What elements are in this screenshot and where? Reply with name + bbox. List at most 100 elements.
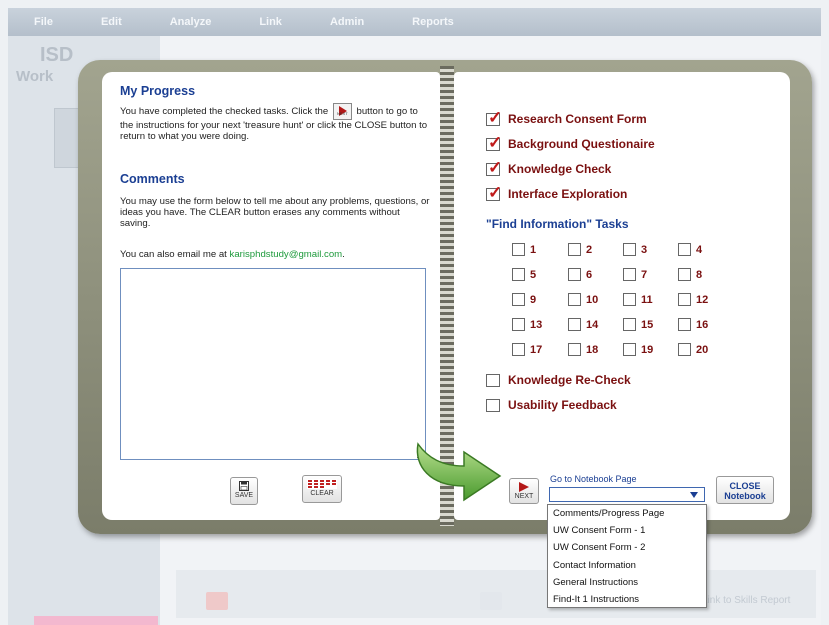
find-task-checkbox[interactable] bbox=[568, 268, 581, 281]
find-task-2[interactable]: 2 bbox=[568, 243, 592, 256]
find-task-label: 3 bbox=[641, 243, 648, 256]
find-task-15[interactable]: 15 bbox=[623, 318, 653, 331]
find-task-checkbox[interactable] bbox=[623, 343, 636, 356]
menu-reports[interactable]: Reports bbox=[386, 16, 476, 28]
menu-file[interactable]: File bbox=[8, 16, 75, 28]
menu-link[interactable]: Link bbox=[233, 16, 304, 28]
menu-admin[interactable]: Admin bbox=[304, 16, 386, 28]
find-task-3[interactable]: 3 bbox=[623, 243, 647, 256]
find-task-label: 18 bbox=[586, 343, 599, 356]
find-task-checkbox[interactable] bbox=[568, 318, 581, 331]
footer-pdf-icon[interactable] bbox=[206, 592, 228, 610]
close-notebook-button[interactable]: CLOSE Notebook bbox=[716, 476, 774, 504]
email-prefix: You can also email me at bbox=[120, 249, 227, 260]
find-task-14[interactable]: 14 bbox=[568, 318, 598, 331]
find-task-label: 6 bbox=[586, 268, 593, 281]
task-checkbox-knowledge-recheck[interactable] bbox=[486, 373, 500, 387]
find-task-17[interactable]: 17 bbox=[512, 343, 542, 356]
find-task-11[interactable]: 11 bbox=[623, 293, 653, 306]
footer-link-text[interactable]: Link to Skills Report bbox=[702, 595, 790, 606]
email-suffix: . bbox=[342, 249, 345, 260]
task-checkbox-usability-feedback[interactable] bbox=[486, 398, 500, 412]
email-text: You can also email me at karisphdstudy@g… bbox=[120, 249, 430, 260]
task-label-research-consent: Research Consent Form bbox=[508, 112, 647, 126]
find-task-13[interactable]: 13 bbox=[512, 318, 542, 331]
find-task-checkbox[interactable] bbox=[568, 293, 581, 306]
find-task-checkbox[interactable] bbox=[623, 318, 636, 331]
task-checkbox-research-consent[interactable] bbox=[486, 108, 502, 128]
find-task-checkbox[interactable] bbox=[512, 343, 525, 356]
find-information-heading: "Find Information" Tasks bbox=[486, 217, 629, 231]
close-label: CLOSE bbox=[729, 481, 761, 491]
find-task-checkbox[interactable] bbox=[568, 243, 581, 256]
task-checkbox-knowledge-check[interactable] bbox=[486, 158, 502, 178]
progress-text: You have completed the checked tasks. Cl… bbox=[120, 103, 430, 142]
find-task-6[interactable]: 6 bbox=[568, 268, 592, 281]
task-research-consent[interactable]: Research Consent Form bbox=[486, 108, 647, 128]
dropdown-option[interactable]: Contact Information bbox=[548, 557, 706, 574]
find-task-checkbox[interactable] bbox=[512, 243, 525, 256]
find-task-checkbox[interactable] bbox=[678, 318, 691, 331]
comments-heading: Comments bbox=[120, 172, 185, 186]
save-icon bbox=[239, 481, 249, 491]
find-task-label: 4 bbox=[696, 243, 703, 256]
find-task-checkbox[interactable] bbox=[623, 268, 636, 281]
next-arrow-icon bbox=[519, 482, 529, 492]
find-task-checkbox[interactable] bbox=[568, 343, 581, 356]
find-task-12[interactable]: 12 bbox=[678, 293, 708, 306]
task-knowledge-recheck[interactable]: Knowledge Re-Check bbox=[486, 373, 631, 387]
task-knowledge-check[interactable]: Knowledge Check bbox=[486, 158, 611, 178]
find-task-5[interactable]: 5 bbox=[512, 268, 536, 281]
goto-page-label: Go to Notebook Page bbox=[550, 474, 637, 484]
dropdown-option[interactable]: General Instructions bbox=[548, 574, 706, 591]
find-task-label: 2 bbox=[586, 243, 593, 256]
find-task-checkbox[interactable] bbox=[678, 343, 691, 356]
find-task-label: 5 bbox=[530, 268, 537, 281]
find-task-7[interactable]: 7 bbox=[623, 268, 647, 281]
goto-page-select[interactable] bbox=[549, 487, 705, 502]
task-checkbox-background-questionaire[interactable] bbox=[486, 133, 502, 153]
save-button[interactable]: SAVE bbox=[230, 477, 258, 505]
find-task-checkbox[interactable] bbox=[512, 293, 525, 306]
find-task-18[interactable]: 18 bbox=[568, 343, 598, 356]
task-checkbox-interface-exploration[interactable] bbox=[486, 183, 502, 203]
find-task-label: 10 bbox=[586, 293, 599, 306]
find-task-20[interactable]: 20 bbox=[678, 343, 708, 356]
find-task-checkbox[interactable] bbox=[678, 293, 691, 306]
task-interface-exploration[interactable]: Interface Exploration bbox=[486, 183, 627, 203]
find-task-checkbox[interactable] bbox=[512, 268, 525, 281]
email-link[interactable]: karisphdstudy@gmail.com bbox=[230, 249, 343, 260]
next-icon: NEXT bbox=[332, 103, 352, 120]
footer-link-icon[interactable] bbox=[480, 592, 502, 610]
menu-analyze[interactable]: Analyze bbox=[144, 16, 234, 28]
find-task-checkbox[interactable] bbox=[623, 243, 636, 256]
dropdown-option[interactable]: UW Consent Form - 1 bbox=[548, 522, 706, 539]
dropdown-option[interactable]: Find-It 1 Instructions bbox=[548, 591, 706, 608]
find-task-9[interactable]: 9 bbox=[512, 293, 536, 306]
find-task-label: 19 bbox=[641, 343, 654, 356]
find-task-label: 11 bbox=[641, 293, 653, 306]
comments-textarea[interactable] bbox=[120, 268, 426, 460]
app-logo: ISD bbox=[40, 44, 74, 66]
find-task-checkbox[interactable] bbox=[623, 293, 636, 306]
chevron-down-icon[interactable] bbox=[690, 492, 698, 498]
find-task-19[interactable]: 19 bbox=[623, 343, 653, 356]
find-task-checkbox[interactable] bbox=[512, 318, 525, 331]
find-task-label: 7 bbox=[641, 268, 648, 281]
find-task-8[interactable]: 8 bbox=[678, 268, 702, 281]
task-background-questionaire[interactable]: Background Questionaire bbox=[486, 133, 655, 153]
clear-button[interactable]: CLEAR bbox=[302, 475, 342, 503]
dropdown-option[interactable]: UW Consent Form - 2 bbox=[548, 539, 706, 556]
find-task-10[interactable]: 10 bbox=[568, 293, 598, 306]
next-button[interactable]: NEXT bbox=[509, 478, 539, 504]
find-task-1[interactable]: 1 bbox=[512, 243, 536, 256]
task-usability-feedback[interactable]: Usability Feedback bbox=[486, 398, 617, 412]
find-task-16[interactable]: 16 bbox=[678, 318, 708, 331]
find-task-checkbox[interactable] bbox=[678, 243, 691, 256]
find-task-checkbox[interactable] bbox=[678, 268, 691, 281]
task-label-knowledge-recheck: Knowledge Re-Check bbox=[508, 373, 631, 387]
menu-edit[interactable]: Edit bbox=[75, 16, 144, 28]
task-label-background-questionaire: Background Questionaire bbox=[508, 137, 655, 151]
find-task-4[interactable]: 4 bbox=[678, 243, 702, 256]
dropdown-option[interactable]: Comments/Progress Page bbox=[548, 505, 706, 522]
